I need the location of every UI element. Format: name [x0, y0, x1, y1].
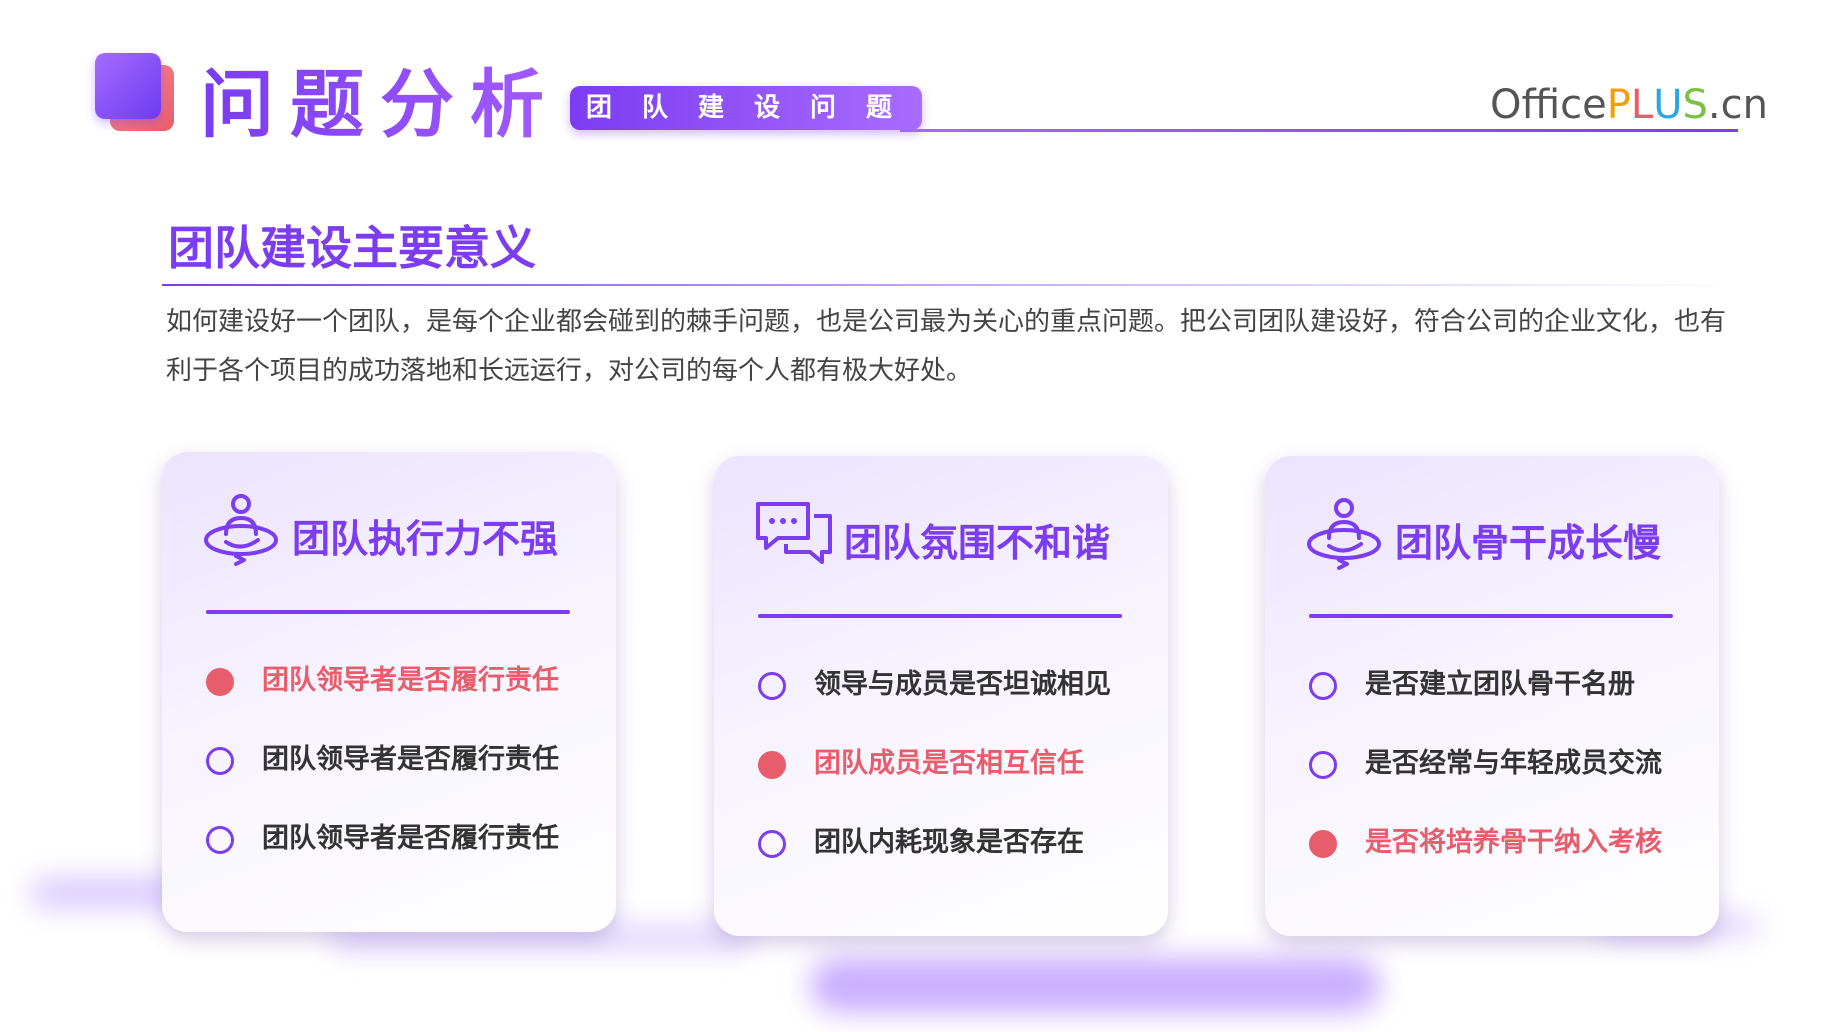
subtitle-badge: 团队建设问题 [570, 86, 922, 130]
card-title: 团队氛围不和谐 [844, 521, 1111, 565]
list-item: 是否建立团队骨干名册 [1309, 662, 1709, 741]
list-item-text: 是否将培养骨干纳入考核 [1365, 827, 1662, 858]
decorative-glow [810, 958, 1380, 1012]
list-item-text: 是否经常与年轻成员交流 [1365, 748, 1662, 779]
list-item-text: 团队内耗现象是否存在 [814, 827, 1084, 858]
bullet-icon [758, 672, 786, 700]
list-item: 团队领导者是否履行责任 [206, 658, 606, 737]
card-title: 团队执行力不强 [292, 517, 559, 561]
bullet-icon [206, 747, 234, 775]
list-item-text: 团队领导者是否履行责任 [262, 823, 559, 854]
bullet-icon [758, 751, 786, 779]
brand-prefix: Office [1490, 82, 1607, 128]
bullet-icon [758, 830, 786, 858]
card-item-list: 团队领导者是否履行责任 团队领导者是否履行责任 团队领导者是否履行责任 [206, 658, 606, 895]
list-item: 是否经常与年轻成员交流 [1309, 741, 1709, 820]
list-item-text: 团队领导者是否履行责任 [262, 744, 559, 775]
list-item: 团队成员是否相互信任 [758, 741, 1158, 820]
list-item-text: 领导与成员是否坦诚相见 [814, 669, 1111, 700]
card-atmosphere: 团队氛围不和谐 领导与成员是否坦诚相见 团队成员是否相互信任 团队内耗现象是否存… [714, 456, 1168, 936]
list-item-text: 团队领导者是否履行责任 [262, 665, 559, 696]
card-title: 团队骨干成长慢 [1395, 521, 1662, 565]
card-item-list: 领导与成员是否坦诚相见 团队成员是否相互信任 团队内耗现象是否存在 [758, 662, 1158, 899]
person-orbit-icon [204, 494, 278, 566]
card-divider [1309, 614, 1673, 618]
page-title: 问题分析 [200, 62, 560, 148]
bullet-icon [206, 668, 234, 696]
chat-bubbles-icon [756, 502, 832, 564]
brand-letter-u: U [1653, 82, 1683, 128]
card-execution: 团队执行力不强 团队领导者是否履行责任 团队领导者是否履行责任 团队领导者是否履… [162, 452, 616, 932]
brand-letter-l: L [1630, 82, 1654, 128]
section-divider [162, 284, 1742, 286]
brand-suffix: .cn [1707, 82, 1768, 128]
list-item: 团队领导者是否履行责任 [206, 737, 606, 816]
bullet-icon [1309, 672, 1337, 700]
section-title: 团队建设主要意义 [168, 221, 536, 275]
list-item: 团队领导者是否履行责任 [206, 816, 606, 895]
card-divider [206, 610, 570, 614]
intro-paragraph: 如何建设好一个团队，是每个企业都会碰到的棘手问题，也是公司最为关心的重点问题。把… [166, 307, 1727, 386]
brand-letter-p: P [1606, 82, 1631, 128]
card-backbone-growth: 团队骨干成长慢 是否建立团队骨干名册 是否经常与年轻成员交流 是否将培养骨干纳入… [1265, 456, 1719, 936]
bullet-icon [206, 826, 234, 854]
card-divider [758, 614, 1122, 618]
list-item: 是否将培养骨干纳入考核 [1309, 820, 1709, 899]
person-orbit-icon [1307, 498, 1381, 570]
card-item-list: 是否建立团队骨干名册 是否经常与年轻成员交流 是否将培养骨干纳入考核 [1309, 662, 1709, 899]
bullet-icon [1309, 830, 1337, 858]
brand-logo: OfficePLUS.cn [1490, 80, 1768, 130]
list-item-text: 是否建立团队骨干名册 [1365, 669, 1635, 700]
bullet-icon [1309, 751, 1337, 779]
list-item-text: 团队成员是否相互信任 [814, 748, 1084, 779]
list-item: 团队内耗现象是否存在 [758, 820, 1158, 899]
brand-letter-s: S [1682, 82, 1708, 128]
list-item: 领导与成员是否坦诚相见 [758, 662, 1158, 741]
header-logo-square-front [95, 53, 161, 119]
